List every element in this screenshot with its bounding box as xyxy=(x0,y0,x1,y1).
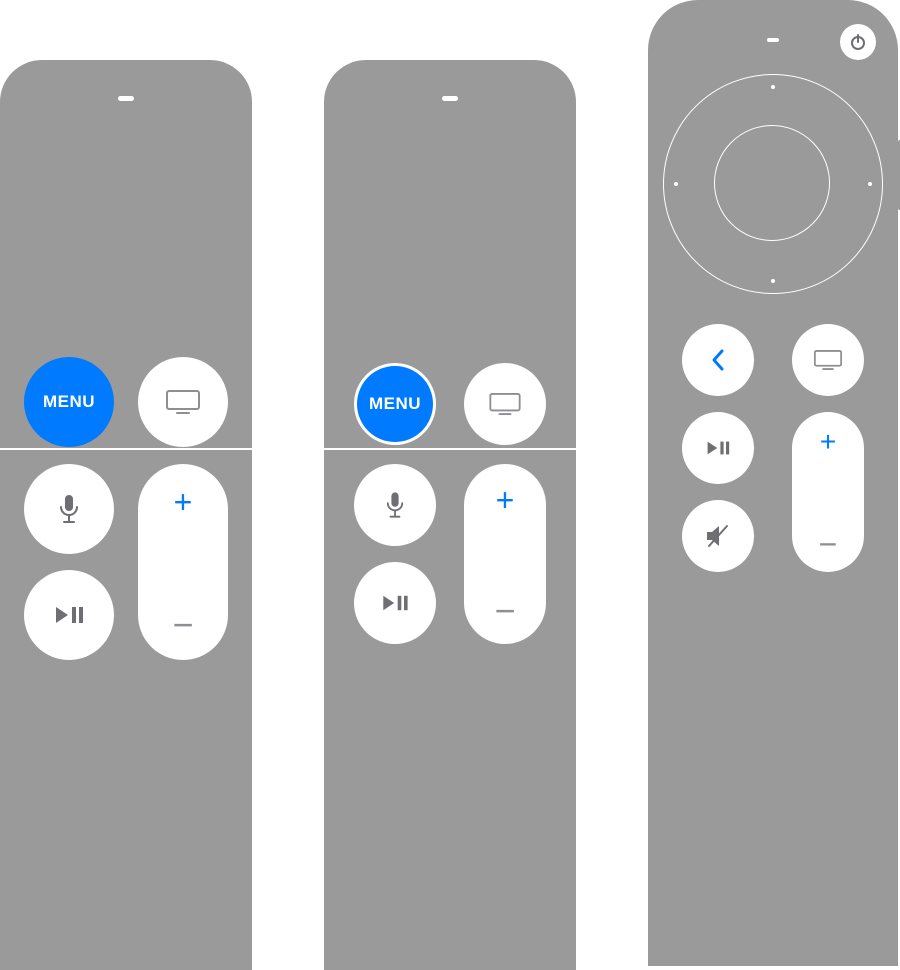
siri-mic-button[interactable] xyxy=(354,464,436,546)
volume-rocker[interactable]: + − xyxy=(792,412,864,572)
remote-gen3: + − xyxy=(648,0,898,966)
tv-button[interactable] xyxy=(792,324,864,396)
volume-down-icon: − xyxy=(138,614,228,636)
status-led-icon xyxy=(118,96,134,101)
tv-icon xyxy=(166,390,200,414)
clickpad-dot-up-icon xyxy=(771,85,775,89)
menu-button[interactable]: MENU xyxy=(24,357,114,447)
surface-divider xyxy=(324,448,576,450)
volume-up-icon: + xyxy=(464,484,546,516)
clickpad-ring[interactable] xyxy=(663,74,883,294)
surface-divider xyxy=(0,448,252,450)
menu-label: MENU xyxy=(43,392,95,412)
back-button[interactable] xyxy=(682,324,754,396)
mic-icon xyxy=(59,494,79,524)
chevron-left-icon xyxy=(710,348,726,372)
play-pause-icon xyxy=(705,440,731,456)
mute-button[interactable] xyxy=(682,500,754,572)
tv-icon xyxy=(489,393,521,415)
play-pause-icon xyxy=(381,594,409,612)
power-button[interactable] xyxy=(840,24,876,60)
clickpad-center[interactable] xyxy=(714,125,830,241)
tv-button[interactable] xyxy=(464,363,546,445)
play-pause-button[interactable] xyxy=(354,562,436,644)
menu-button[interactable]: MENU xyxy=(357,366,433,442)
status-led-icon xyxy=(442,96,458,101)
status-led-icon xyxy=(767,38,779,42)
tv-icon xyxy=(814,350,842,370)
play-pause-button[interactable] xyxy=(24,570,114,660)
volume-up-icon: + xyxy=(792,428,864,456)
play-pause-button[interactable] xyxy=(682,412,754,484)
volume-rocker[interactable]: + − xyxy=(138,464,228,660)
volume-up-icon: + xyxy=(138,486,228,518)
mute-icon xyxy=(705,524,731,548)
remote-gen2: MENU + − xyxy=(324,60,576,970)
volume-down-icon: − xyxy=(464,600,546,622)
menu-label: MENU xyxy=(369,394,421,414)
mic-icon xyxy=(386,491,404,519)
clickpad-dot-down-icon xyxy=(771,279,775,283)
clickpad-dot-left-icon xyxy=(674,182,678,186)
diagram-stage: MENU xyxy=(0,0,900,970)
clickpad-dot-right-icon xyxy=(868,182,872,186)
play-pause-icon xyxy=(54,605,84,625)
remote-gen1: MENU xyxy=(0,60,252,970)
power-icon xyxy=(849,33,867,51)
siri-mic-button[interactable] xyxy=(24,464,114,554)
tv-button[interactable] xyxy=(138,357,228,447)
volume-rocker[interactable]: + − xyxy=(464,464,546,644)
volume-down-icon: − xyxy=(792,535,864,554)
